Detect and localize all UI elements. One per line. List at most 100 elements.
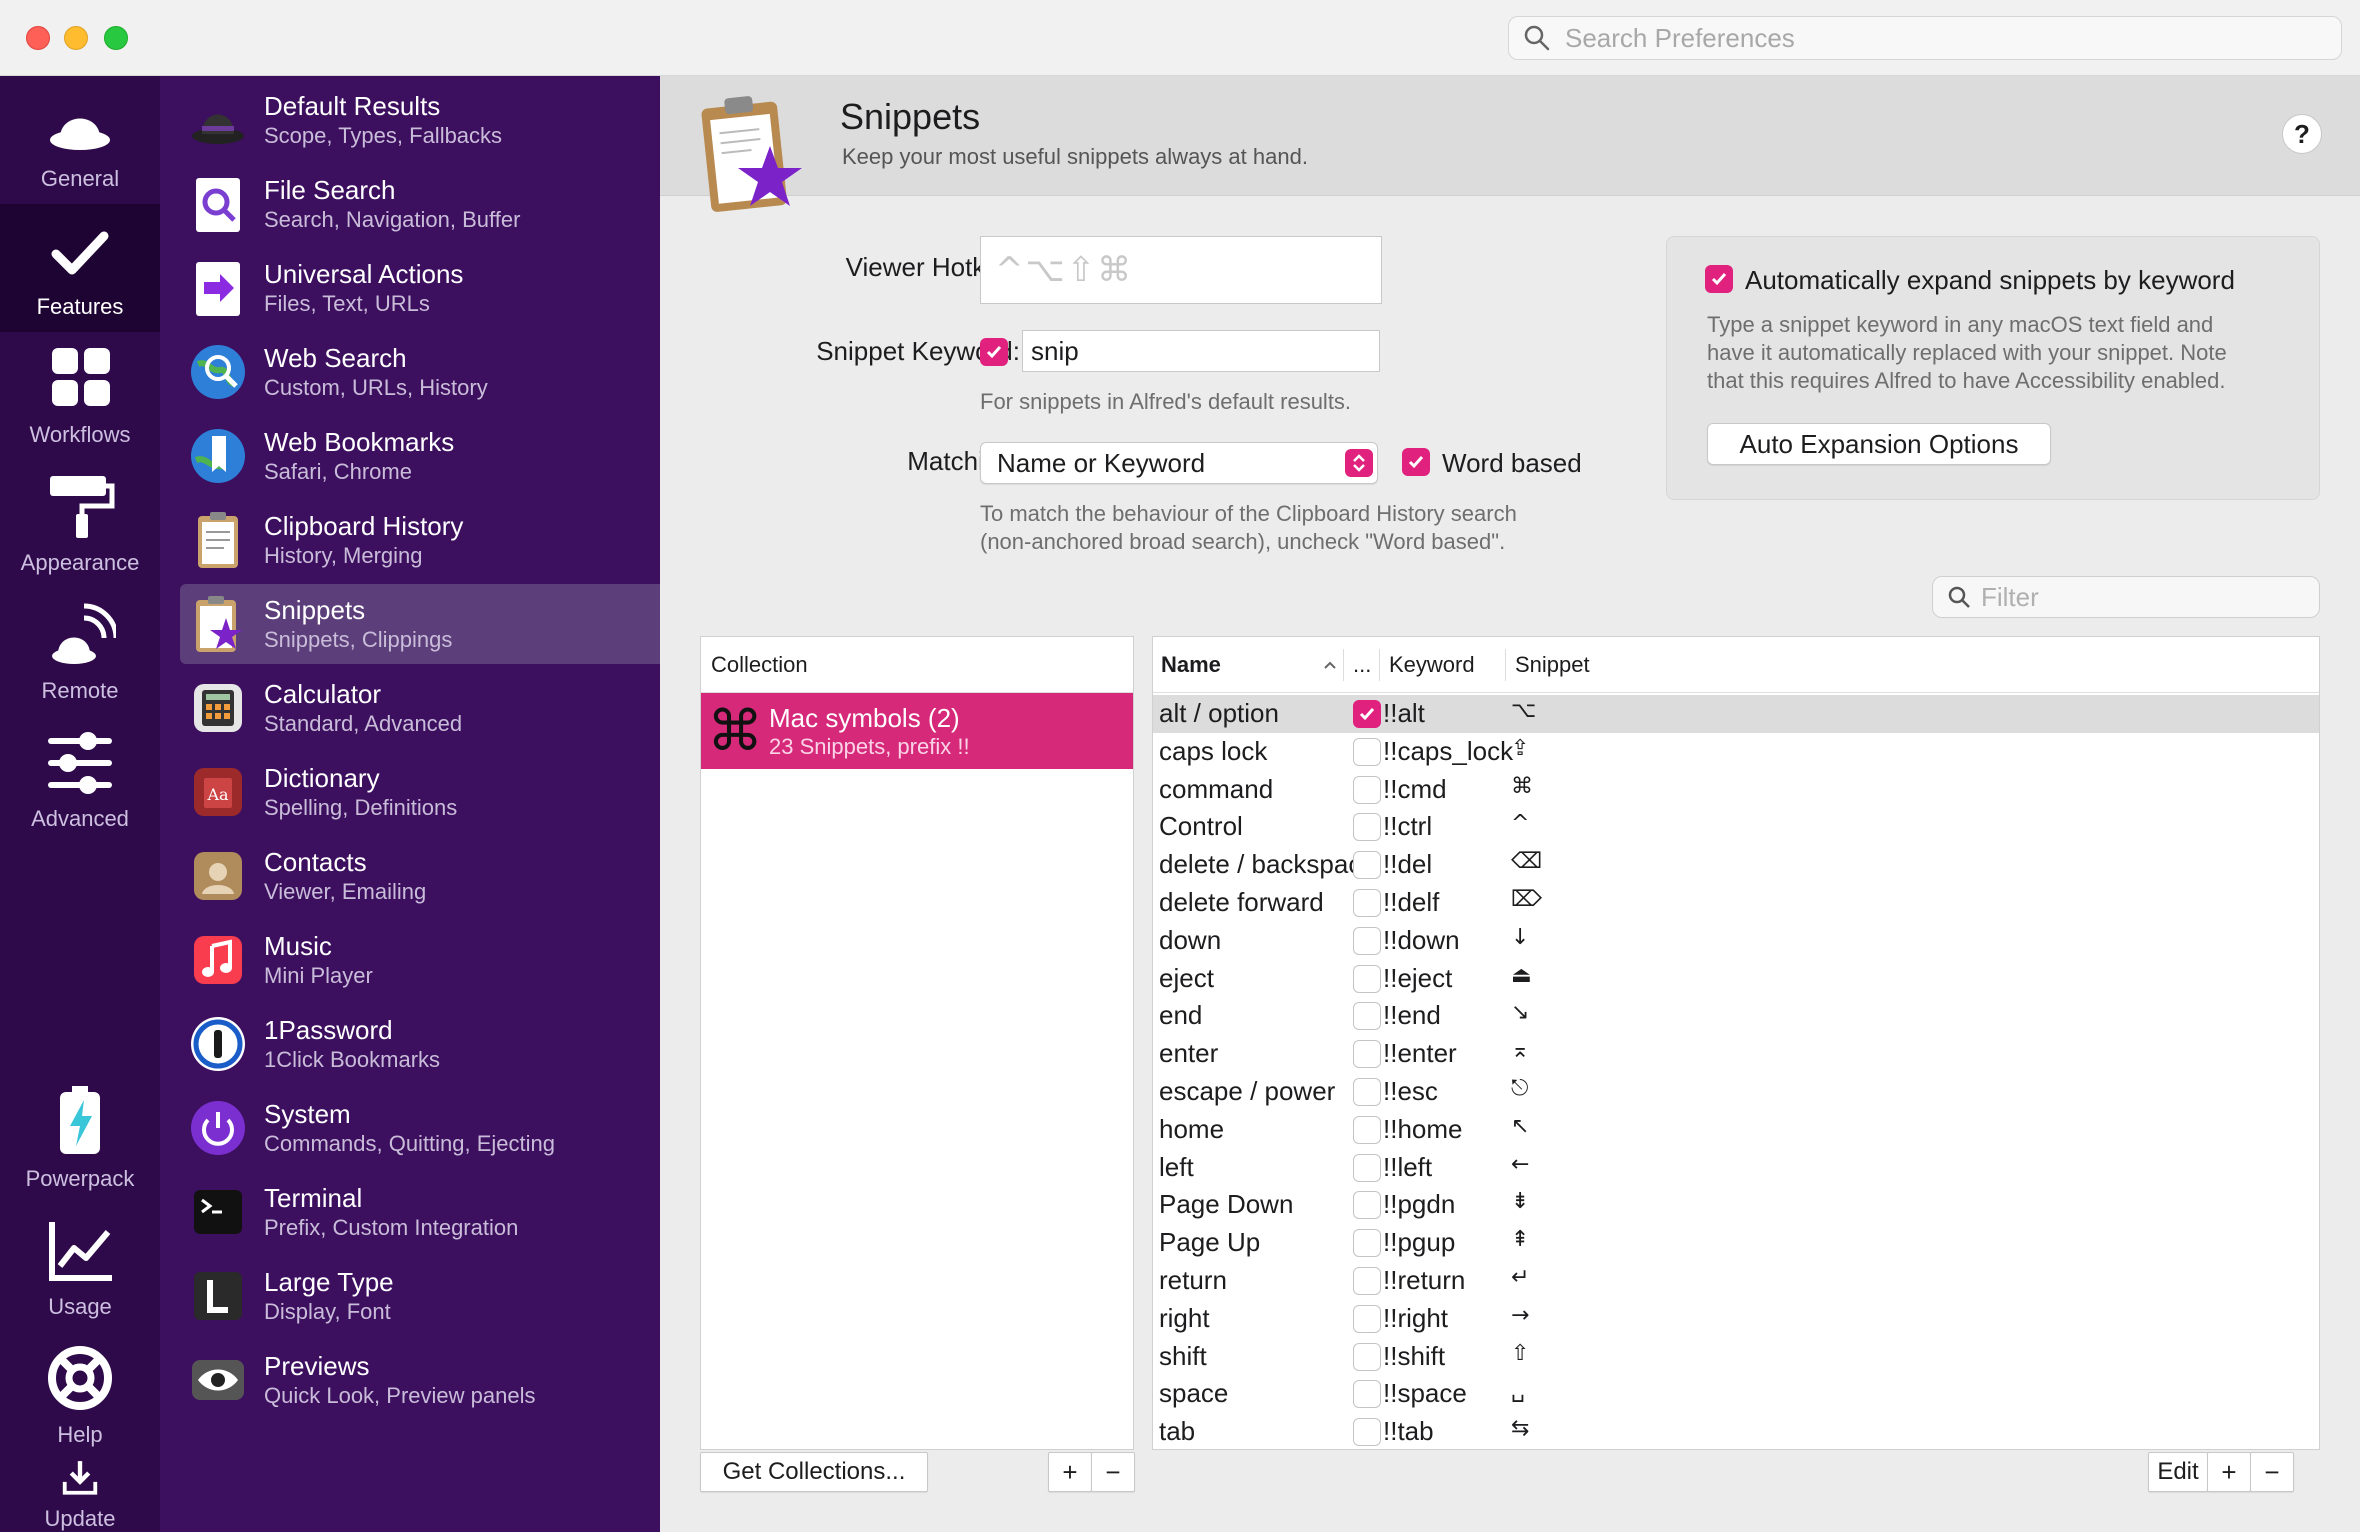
table-row[interactable]: alt / option !!alt ⌥: [1153, 695, 2319, 733]
matching-select[interactable]: Name or Keyword: [980, 442, 1378, 484]
rail-powerpack[interactable]: Powerpack: [0, 1076, 160, 1204]
viewer-hotkey-field[interactable]: ^⌥⇧⌘: [980, 236, 1382, 304]
table-row[interactable]: caps lock !!caps_lock ⇪: [1153, 733, 2319, 771]
table-row[interactable]: Control !!ctrl ^: [1153, 808, 2319, 846]
edit-snippet-button[interactable]: Edit: [2148, 1452, 2208, 1492]
table-row[interactable]: shift !!shift ⇧: [1153, 1338, 2319, 1376]
auto-expand-row-checkbox[interactable]: [1353, 1115, 1381, 1144]
table-row[interactable]: escape / power !!esc ⎋: [1153, 1073, 2319, 1111]
snippet-name: Page Up: [1159, 1227, 1261, 1258]
table-row[interactable]: return !!return ↵: [1153, 1262, 2319, 1300]
collection-item-mac-symbols[interactable]: ⌘ Mac symbols (2) 23 Snippets, prefix !!: [701, 693, 1133, 769]
zoom-window-button[interactable]: [104, 26, 128, 50]
rail-help[interactable]: Help: [0, 1332, 160, 1460]
auto-expand-row-checkbox[interactable]: [1353, 813, 1381, 842]
add-collection-button[interactable]: +: [1048, 1452, 1092, 1492]
feature-terminal[interactable]: Terminal Prefix, Custom Integration: [180, 1172, 660, 1252]
snippet-keyword: !!del: [1383, 849, 1433, 880]
auto-expand-row-checkbox[interactable]: [1353, 851, 1381, 880]
column-header-keyword[interactable]: Keyword: [1389, 637, 1475, 693]
snippet-name: alt / option: [1159, 698, 1279, 728]
close-window-button[interactable]: [26, 26, 50, 50]
auto-expand-row-checkbox[interactable]: [1353, 889, 1381, 917]
table-row[interactable]: right !!right →: [1153, 1300, 2319, 1338]
feature-web-search[interactable]: Web Search Custom, URLs, History: [180, 332, 660, 412]
auto-expand-row-checkbox[interactable]: [1353, 1380, 1381, 1409]
feature-web-bookmarks[interactable]: Web Bookmarks Safari, Chrome: [180, 416, 660, 496]
auto-expand-row-checkbox[interactable]: [1353, 775, 1381, 804]
feature-contacts[interactable]: Contacts Viewer, Emailing: [180, 836, 660, 916]
auto-expand-row-checkbox[interactable]: [1353, 1191, 1381, 1220]
feature-music[interactable]: Music Mini Player: [180, 920, 660, 1000]
minimize-window-button[interactable]: [64, 26, 88, 50]
remove-snippet-button[interactable]: −: [2250, 1452, 2294, 1492]
auto-expand-row-checkbox[interactable]: [1353, 737, 1381, 766]
feature-dictionary[interactable]: Aa Dictionary Spelling, Definitions: [180, 752, 660, 832]
snippet-keyword: !!tab: [1383, 1416, 1434, 1447]
table-row[interactable]: eject !!eject ⏏: [1153, 960, 2319, 998]
auto-expansion-options-button[interactable]: Auto Expansion Options: [1707, 423, 2051, 465]
table-row[interactable]: home !!home ↖: [1153, 1111, 2319, 1149]
rail-advanced[interactable]: Advanced: [0, 716, 160, 844]
rail-update[interactable]: Update: [0, 1460, 160, 1532]
rail-features[interactable]: Features: [0, 204, 160, 332]
table-row[interactable]: command !!cmd ⌘: [1153, 771, 2319, 809]
auto-expand-row-checkbox[interactable]: [1353, 1002, 1381, 1031]
lifebuoy-icon: [48, 1346, 112, 1410]
search-preferences-field[interactable]: Search Preferences: [1508, 16, 2342, 60]
rail-general[interactable]: General: [0, 76, 160, 204]
table-row[interactable]: enter !!enter ⌅: [1153, 1035, 2319, 1073]
auto-expand-row-checkbox[interactable]: [1353, 1078, 1381, 1106]
auto-expand-row-checkbox[interactable]: [1353, 1342, 1381, 1371]
feature-calculator[interactable]: Calculator Standard, Advanced: [180, 668, 660, 748]
feature-default-results[interactable]: Default Results Scope, Types, Fallbacks: [180, 80, 660, 160]
auto-expand-row-checkbox[interactable]: [1353, 1229, 1381, 1258]
table-row[interactable]: tab !!tab ⇆: [1153, 1413, 2319, 1449]
snippet-keyword-input[interactable]: snip: [1022, 330, 1380, 372]
auto-expand-row-checkbox[interactable]: [1353, 964, 1381, 993]
feature-1password[interactable]: 1Password 1Click Bookmarks: [180, 1004, 660, 1084]
auto-expand-row-checkbox[interactable]: [1353, 1267, 1381, 1295]
auto-expand-row-checkbox[interactable]: [1353, 1153, 1381, 1182]
table-row[interactable]: left !!left ←: [1153, 1149, 2319, 1187]
auto-expand-checkbox[interactable]: [1705, 265, 1733, 293]
column-header-auto[interactable]: ...: [1353, 637, 1371, 693]
snippet-keyword: !!esc: [1383, 1076, 1438, 1106]
add-snippet-button[interactable]: +: [2207, 1452, 2251, 1492]
column-header-snippet[interactable]: Snippet: [1515, 637, 1590, 693]
table-row[interactable]: Page Up !!pgup ⇞: [1153, 1224, 2319, 1262]
table-row[interactable]: Page Down !!pgdn ⇟: [1153, 1186, 2319, 1224]
feature-universal-actions[interactable]: Universal Actions Files, Text, URLs: [180, 248, 660, 328]
snippet-value: ⇪: [1511, 735, 1530, 761]
column-header-name[interactable]: Name: [1161, 637, 1221, 693]
rail-workflows[interactable]: Workflows: [0, 332, 160, 460]
rail-appearance[interactable]: Appearance: [0, 460, 160, 588]
feature-clipboard-history[interactable]: Clipboard History History, Merging: [180, 500, 660, 580]
rail-remote[interactable]: Remote: [0, 588, 160, 716]
auto-expand-row-checkbox[interactable]: [1353, 1040, 1381, 1069]
auto-expand-row-checkbox[interactable]: [1353, 1418, 1381, 1447]
get-collections-button[interactable]: Get Collections...: [700, 1452, 928, 1492]
feature-previews[interactable]: Previews Quick Look, Preview panels: [180, 1340, 660, 1420]
rail-usage[interactable]: Usage: [0, 1204, 160, 1332]
feature-snippets[interactable]: Snippets Snippets, Clippings: [180, 584, 660, 664]
table-row[interactable]: delete / backspace !!del ⌫: [1153, 846, 2319, 884]
word-based-checkbox[interactable]: [1402, 448, 1430, 476]
help-button[interactable]: ?: [2282, 114, 2322, 154]
remove-collection-button[interactable]: −: [1091, 1452, 1135, 1492]
auto-expand-row-checkbox[interactable]: [1353, 700, 1381, 728]
auto-expand-row-checkbox[interactable]: [1353, 926, 1381, 955]
snippet-keyword-checkbox[interactable]: [980, 338, 1008, 366]
feature-large-type[interactable]: Large Type Display, Font: [180, 1256, 660, 1336]
table-row[interactable]: space !!space ␣: [1153, 1375, 2319, 1413]
table-row[interactable]: end !!end ↘: [1153, 997, 2319, 1035]
feature-system[interactable]: System Commands, Quitting, Ejecting: [180, 1088, 660, 1168]
snippet-name: down: [1159, 924, 1222, 955]
filter-field[interactable]: Filter: [1932, 576, 2320, 618]
auto-expand-row-checkbox[interactable]: [1353, 1304, 1381, 1333]
table-row[interactable]: down !!down ↓: [1153, 922, 2319, 960]
table-row[interactable]: delete forward !!delf ⌦: [1153, 884, 2319, 922]
viewer-hotkey-value: ^⌥⇧⌘: [995, 250, 1134, 290]
feature-file-search[interactable]: File Search Search, Navigation, Buffer: [180, 164, 660, 244]
feature-subtitle: Search, Navigation, Buffer: [264, 207, 521, 232]
